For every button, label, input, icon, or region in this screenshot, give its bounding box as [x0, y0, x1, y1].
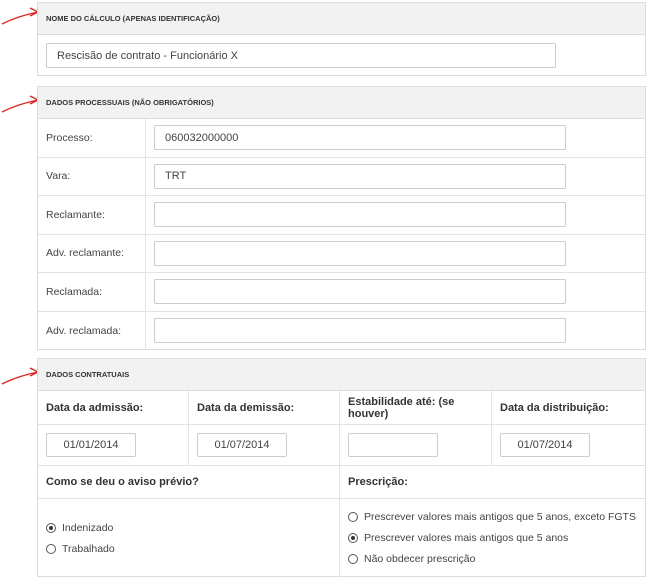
radio-label: Prescrever valores mais antigos que 5 an… — [364, 511, 636, 523]
processo-input[interactable]: 060032000000 — [154, 125, 566, 151]
prescricao-question: Prescrição: — [340, 466, 645, 499]
radio-unchecked-icon — [348, 554, 358, 564]
radio-nao-obedecer[interactable]: Não obdecer prescrição — [348, 549, 645, 570]
calc-name-panel: NOME DO CÁLCULO (APENAS IDENTIFICAÇÃO) R… — [37, 2, 646, 76]
form-row: Adv. reclamada: — [38, 311, 645, 350]
prescricao-options: Prescrever valores mais antigos que 5 an… — [340, 499, 645, 577]
radio-prescrever-exceto-fgts[interactable]: Prescrever valores mais antigos que 5 an… — [348, 507, 645, 528]
reclamante-input[interactable] — [154, 202, 566, 228]
field-label: Reclamada: — [38, 273, 146, 311]
form-row: Reclamante: — [38, 196, 645, 235]
calc-name-input[interactable]: Rescisão de contrato - Funcionário X — [46, 43, 556, 68]
radio-label: Trabalhado — [62, 542, 115, 555]
section-title: NOME DO CÁLCULO (APENAS IDENTIFICAÇÃO) — [46, 14, 220, 23]
adv-reclamada-input[interactable] — [154, 318, 566, 344]
reclamada-input[interactable] — [154, 279, 566, 305]
field-label: Reclamante: — [38, 196, 146, 234]
demissao-label: Data da demissão: — [189, 391, 340, 424]
estabilidade-date-input[interactable] — [348, 433, 438, 457]
distribuicao-label: Data da distribuição: — [500, 401, 609, 414]
form-row: Processo: 060032000000 — [38, 119, 645, 158]
radio-prescrever-5-anos[interactable]: Prescrever valores mais antigos que 5 an… — [348, 528, 645, 549]
distribuicao-date-input[interactable]: 01/07/2014 — [500, 433, 590, 457]
field-label: Adv. reclamante: — [38, 234, 146, 272]
annotation-arrow-icon — [1, 367, 40, 385]
section-title: DADOS CONTRATUAIS — [46, 370, 130, 379]
radio-unchecked-icon — [348, 512, 358, 522]
form-row: Adv. reclamante: — [38, 234, 645, 273]
demissao-date-input[interactable]: 01/07/2014 — [197, 433, 287, 457]
annotation-arrow-icon — [1, 7, 40, 25]
radio-checked-icon — [46, 522, 56, 533]
form-row: Vara: TRT — [38, 157, 645, 196]
process-data-panel: DADOS PROCESSUAIS (NÃO OBRIGATÓRIOS) Pro… — [37, 86, 646, 350]
panel-header: NOME DO CÁLCULO (APENAS IDENTIFICAÇÃO) — [38, 3, 645, 35]
aviso-question: Como se deu o aviso prévio? — [38, 466, 340, 499]
contract-data-panel: DADOS CONTRATUAIS Data da admissão: Data… — [37, 358, 646, 577]
aviso-options: Indenizado Trabalhado — [38, 499, 340, 577]
radio-trabalhado[interactable]: Trabalhado — [46, 538, 339, 559]
admissao-label: Data da admissão: — [38, 391, 189, 424]
radio-label: Não obdecer prescrição — [364, 553, 476, 565]
vara-input[interactable]: TRT — [154, 163, 566, 189]
estabilidade-label: Estabilidade até: (se houver) — [340, 391, 492, 424]
radio-checked-icon — [348, 533, 358, 543]
radio-label: Indenizado — [62, 521, 114, 534]
adv-reclamante-input[interactable] — [154, 240, 566, 266]
annotation-arrow-icon — [1, 95, 40, 113]
form-row: Reclamada: — [38, 273, 645, 312]
admissao-date-input[interactable]: 01/01/2014 — [46, 433, 136, 457]
panel-header: DADOS PROCESSUAIS (NÃO OBRIGATÓRIOS) — [38, 87, 645, 119]
panel-header: DADOS CONTRATUAIS — [38, 359, 645, 391]
radio-label: Prescrever valores mais antigos que 5 an… — [364, 532, 569, 544]
field-label: Vara: — [38, 157, 146, 195]
radio-unchecked-icon — [46, 543, 56, 554]
field-label: Processo: — [38, 119, 146, 157]
radio-indenizado[interactable]: Indenizado — [46, 517, 339, 538]
field-label: Adv. reclamada: — [38, 311, 146, 350]
section-title: DADOS PROCESSUAIS (NÃO OBRIGATÓRIOS) — [46, 98, 214, 107]
